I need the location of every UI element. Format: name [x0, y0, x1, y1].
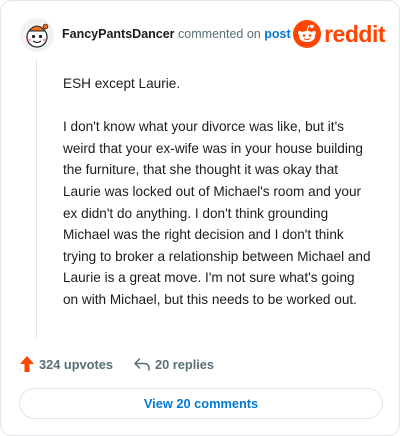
- reddit-logo-icon: [293, 20, 322, 48]
- comment-attribution: FancyPantsDancer commented on post: [62, 27, 291, 41]
- reddit-brand[interactable]: reddit: [293, 19, 385, 49]
- comment-header: FancyPantsDancer commented on post reddi…: [19, 17, 385, 53]
- reply-count: 20 replies: [154, 356, 215, 372]
- comment-paragraph: I don't know what your divorce was like,…: [63, 119, 371, 307]
- thread-line: [36, 59, 37, 339]
- upvote-arrow-icon: [20, 356, 34, 372]
- snoo-avatar-icon[interactable]: [19, 17, 55, 53]
- username-link[interactable]: FancyPantsDancer: [62, 27, 175, 41]
- upvote-count: 324 upvotes: [39, 356, 113, 372]
- post-link[interactable]: post: [264, 27, 290, 41]
- comment-paragraph: ESH except Laurie.: [63, 76, 181, 91]
- comment-actions: 324 upvotes 20 replies: [19, 353, 214, 375]
- reply-arrow-icon: [134, 358, 150, 371]
- comment-embed-card: FancyPantsDancer commented on post reddi…: [0, 0, 400, 436]
- comment-body: ESH except Laurie. I don't know what you…: [63, 73, 373, 332]
- reddit-wordmark: reddit: [324, 21, 385, 47]
- view-comments-button[interactable]: View 20 comments: [19, 388, 383, 419]
- replies-button[interactable]: 20 replies: [133, 356, 214, 372]
- attribution-action-text: commented on: [178, 27, 261, 41]
- upvote-button[interactable]: 324 upvotes: [19, 355, 113, 373]
